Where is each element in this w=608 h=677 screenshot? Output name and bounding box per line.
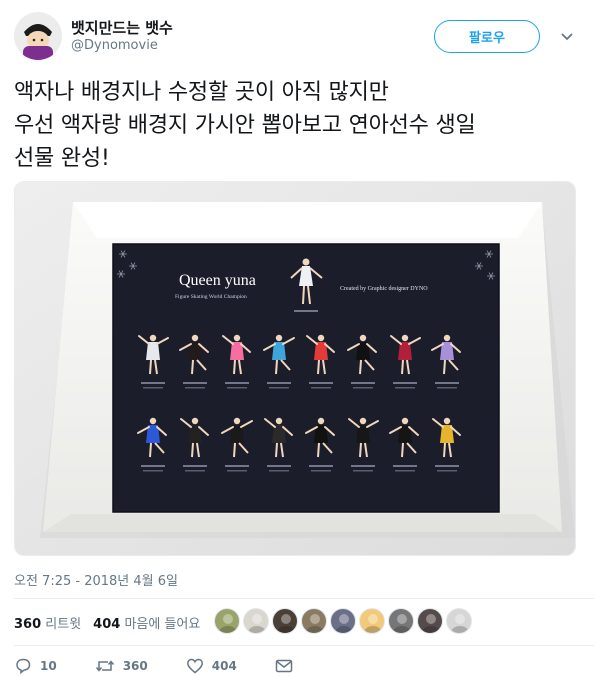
reply-button[interactable]: 10: [14, 657, 57, 675]
board-subtitle: Figure Skating World Champion: [175, 294, 247, 300]
liker-avatar[interactable]: [388, 608, 414, 634]
board-credit: Created by Graphic designer DYNO: [340, 286, 428, 292]
board-title: Queen yuna: [179, 272, 256, 289]
divider: [14, 598, 594, 599]
liker-avatar[interactable]: [272, 608, 298, 634]
like-stat[interactable]: 404 마음에 들어요: [93, 613, 200, 632]
tweet-header: 뱃지만드는 뱃수 @Dynomovie 팔로우: [14, 12, 594, 68]
tweet-line: 선물 완성!: [14, 146, 110, 171]
divider: [14, 645, 594, 646]
tweet-line: 우선 액자랑 배경지 가시안 뽑아보고 연아선수 생일: [14, 113, 476, 138]
likes-label: 마음에 들어요: [124, 617, 201, 632]
retweet-button[interactable]: 360: [95, 657, 148, 675]
author-handle[interactable]: @Dynomovie: [71, 38, 158, 53]
retweets-count: 360: [14, 617, 42, 632]
envelope-icon: [275, 659, 293, 673]
direct-message-button[interactable]: [275, 658, 301, 674]
liker-avatar[interactable]: [359, 608, 385, 634]
retweet-count: 360: [122, 659, 148, 673]
likes-count: 404: [93, 617, 121, 632]
liker-avatars: [214, 608, 475, 634]
like-button[interactable]: 404: [186, 657, 237, 675]
tweet-actions: 10 360 404: [14, 657, 339, 675]
tweet-line: 액자나 배경지나 수정할 곳이 아직 많지만: [14, 80, 389, 105]
heart-icon: [186, 658, 203, 674]
tweet-stats: 360 리트윗 404 마음에 들어요: [14, 613, 200, 632]
retweet-stat[interactable]: 360 리트윗: [14, 613, 81, 632]
liker-avatar[interactable]: [417, 608, 443, 634]
tweet-photo[interactable]: Queen yuna Figure Skating World Champion…: [14, 181, 576, 556]
avatar[interactable]: [14, 12, 62, 60]
liker-avatar[interactable]: [243, 608, 269, 634]
retweets-label: 리트윗: [45, 617, 82, 632]
reply-icon: [16, 658, 31, 675]
liker-avatar[interactable]: [214, 608, 240, 634]
liker-avatar[interactable]: [446, 608, 472, 634]
like-count: 404: [211, 659, 237, 673]
reply-count: 10: [40, 659, 57, 673]
follow-button[interactable]: 팔로우: [434, 20, 540, 53]
chevron-down-icon[interactable]: [559, 28, 575, 44]
liker-avatar[interactable]: [330, 608, 356, 634]
tweet-timestamp[interactable]: 오전 7:25 - 2018년 4월 6일: [14, 570, 178, 589]
liker-avatar[interactable]: [301, 608, 327, 634]
author-display-name[interactable]: 뱃지만드는 뱃수: [71, 17, 173, 38]
retweet-icon: [95, 660, 114, 672]
tweet-text: 액자나 배경지나 수정할 곳이 아직 많지만 우선 액자랑 배경지 가시안 뽑아…: [14, 76, 594, 175]
